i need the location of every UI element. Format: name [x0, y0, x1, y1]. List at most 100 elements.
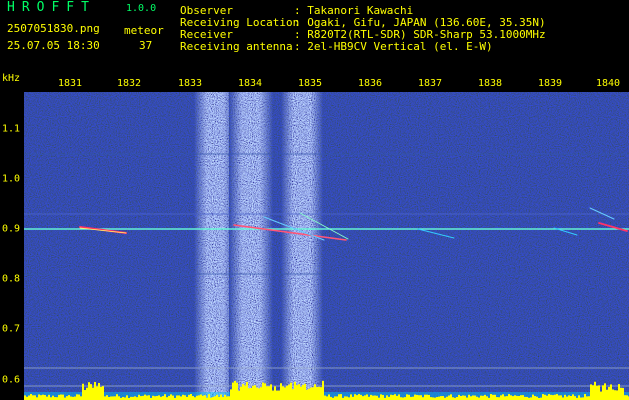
noise-floor-bar — [44, 395, 46, 400]
noise-floor-bar — [112, 396, 114, 400]
noise-floor-bar — [370, 394, 372, 400]
noise-floor-bar — [168, 395, 170, 400]
noise-floor-bar — [252, 385, 254, 400]
noise-floor-bar — [204, 395, 206, 400]
noise-floor-bar — [280, 383, 282, 400]
noise-floor-bar — [308, 388, 310, 400]
noise-floor-bar — [254, 385, 256, 400]
noise-floor-bar — [424, 394, 426, 400]
noise-floor-bar — [182, 394, 184, 400]
noise-floor-bar — [482, 395, 484, 400]
noise-floor-bar — [266, 386, 268, 400]
noise-floor-bar — [28, 395, 30, 400]
x-tick-label: 1837 — [417, 78, 443, 89]
y-tick-label: 0.8 — [2, 273, 21, 285]
noise-floor-bar — [566, 396, 568, 400]
noise-floor-bar — [286, 385, 288, 400]
noise-floor-bar — [288, 384, 290, 400]
spectrogram-waterfall — [24, 92, 629, 400]
noise-floor-bar — [38, 394, 40, 400]
noise-floor-bar — [314, 384, 316, 400]
noise-floor-bar — [356, 395, 358, 400]
noise-floor-bar — [550, 394, 552, 400]
noise-floor-bar — [46, 396, 48, 400]
noise-floor-bar — [82, 383, 84, 400]
noise-floor-bar — [62, 394, 64, 400]
noise-floor-bar — [106, 395, 108, 400]
noise-floor-bar — [502, 394, 504, 400]
noise-floor-bar — [554, 394, 556, 400]
noise-floor-bar — [596, 385, 598, 400]
noise-floor-bar — [320, 387, 322, 400]
noise-floor-bar — [474, 395, 476, 400]
noise-floor-bar — [322, 380, 324, 400]
noise-floor-bar — [610, 384, 612, 400]
noise-floor-bar — [522, 395, 524, 400]
noise-floor-bar — [464, 395, 466, 400]
noise-floor-bar — [66, 396, 68, 400]
noise-floor-bar — [156, 395, 158, 400]
noise-floor-bar — [236, 382, 238, 400]
noise-floor-bar — [202, 395, 204, 400]
meteor-count-value: 37 — [139, 39, 153, 52]
noise-floor-bar — [382, 395, 384, 400]
noise-floor-bar — [546, 395, 548, 400]
noise-floor-bar — [304, 383, 306, 400]
noise-floor-bar — [614, 390, 616, 400]
app-version: 1.0.0 — [126, 3, 157, 14]
noise-floor-bar — [126, 395, 128, 400]
noise-floor-bar — [366, 394, 368, 400]
noise-floor-bar — [48, 394, 50, 400]
noise-floor-bar — [170, 394, 172, 400]
noise-floor-bar — [376, 395, 378, 400]
x-tick-label: 1831 — [57, 78, 83, 89]
noise-floor-bar — [560, 395, 562, 400]
noise-floor-bar — [326, 396, 328, 400]
noise-floor-bar — [494, 394, 496, 400]
noise-floor-bar — [302, 384, 304, 400]
noise-floor-bar — [118, 396, 120, 400]
noise-floor-bar — [486, 396, 488, 400]
noise-floor-bar — [290, 382, 292, 400]
noise-floor-bar — [184, 395, 186, 400]
noise-floor-bar — [374, 395, 376, 400]
y-tick-label: 0.9 — [2, 223, 21, 235]
noise-floor-bar — [362, 396, 364, 400]
noise-floor-bar — [278, 390, 280, 400]
noise-floor-bar — [248, 388, 250, 400]
noise-floor-bar — [548, 394, 550, 400]
noise-floor-bar — [392, 395, 394, 400]
noise-floor-bar — [220, 394, 222, 400]
noise-floor-bar — [42, 394, 44, 400]
x-tick-label: 1832 — [116, 78, 142, 89]
noise-floor-bar — [570, 396, 572, 400]
noise-floor-bar — [300, 386, 302, 400]
noise-floor-bar — [208, 394, 210, 400]
noise-floor-bar — [96, 386, 98, 400]
noise-floor-bar — [172, 395, 174, 400]
noise-floor-bar — [110, 396, 112, 400]
noise-floor-bar — [360, 394, 362, 400]
noise-floor-bar — [438, 396, 440, 400]
noise-floor-bar — [312, 387, 314, 400]
noise-floor-bar — [578, 395, 580, 400]
noise-floor-bar — [84, 390, 86, 400]
noise-floor-bar — [448, 395, 450, 400]
noise-floor-bar — [146, 395, 148, 400]
noise-floor-bar — [512, 396, 514, 400]
noise-floor-bar — [272, 390, 274, 400]
noise-floor-bar — [52, 395, 54, 400]
noise-floor-bar — [188, 394, 190, 400]
noise-floor-bar — [506, 396, 508, 400]
noise-floor-bar — [274, 386, 276, 400]
noise-floor-bar — [408, 394, 410, 400]
antenna-label: Receiving antenna — [180, 40, 293, 53]
noise-floor-bar — [390, 394, 392, 400]
noise-floor-bar — [216, 394, 218, 400]
noise-floor-bar — [426, 394, 428, 400]
noise-floor-bar — [458, 394, 460, 400]
noise-floor-bar — [336, 396, 338, 400]
y-axis-unit: kHz — [2, 73, 21, 84]
noise-floor-bar — [372, 395, 374, 400]
noise-floor-bar — [492, 394, 494, 400]
